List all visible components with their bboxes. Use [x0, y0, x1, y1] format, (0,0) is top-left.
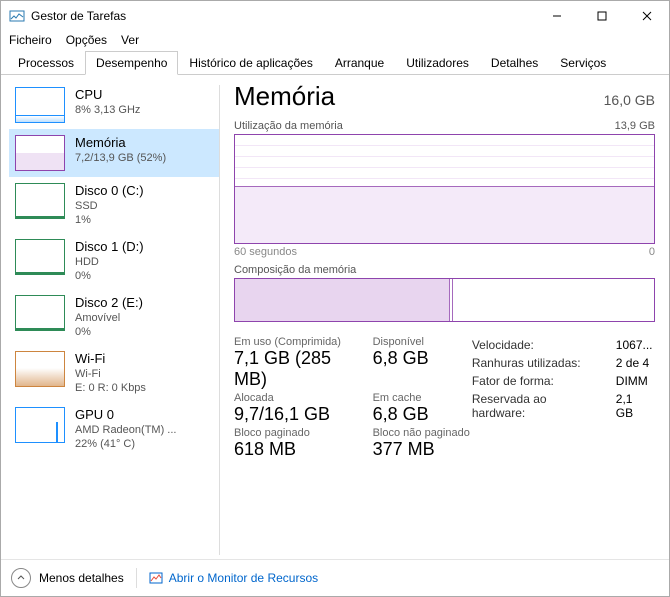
resmon-icon — [149, 571, 163, 585]
less-details-link[interactable]: Menos detalhes — [39, 571, 124, 585]
sidebar-sub: 22% (41° C) — [75, 437, 176, 451]
sidebar-sub: Amovível — [75, 311, 143, 325]
sidebar-item-disk2[interactable]: Disco 2 (E:) Amovível 0% — [9, 289, 219, 345]
disk-thumbnail — [15, 183, 65, 219]
sidebar-title: Disco 1 (D:) — [75, 239, 144, 254]
stat-value: 6,8 GB — [373, 404, 470, 425]
sidebar-title: GPU 0 — [75, 407, 176, 422]
footer: Menos detalhes Abrir o Monitor de Recurs… — [1, 559, 669, 596]
chart-max: 13,9 GB — [615, 120, 655, 132]
sidebar-title: Memória — [75, 135, 166, 150]
menu-options[interactable]: Opções — [66, 33, 107, 47]
gpu-thumbnail — [15, 407, 65, 443]
main-panel: Memória 16,0 GB Utilização da memória 13… — [220, 81, 661, 559]
sidebar-title: Wi-Fi — [75, 351, 146, 366]
sidebar-sub: Wi-Fi — [75, 367, 146, 381]
axis-left: 60 segundos — [234, 246, 297, 258]
sidebar-item-disk1[interactable]: Disco 1 (D:) HDD 0% — [9, 233, 219, 289]
axis-right: 0 — [649, 246, 655, 258]
memory-total: 16,0 GB — [604, 92, 655, 108]
composition-label: Composição da memória — [234, 264, 356, 276]
tab-history[interactable]: Histórico de aplicações — [178, 51, 323, 75]
sidebar-title: CPU — [75, 87, 140, 102]
sidebar-sub: 0% — [75, 269, 144, 283]
chart-fill — [235, 186, 654, 243]
stat-value: 6,8 GB — [373, 348, 470, 369]
disk-thumbnail — [15, 295, 65, 331]
hw-label: Reservada ao hardware: — [472, 392, 614, 422]
sidebar-sub: HDD — [75, 255, 144, 269]
disk-thumbnail — [15, 239, 65, 275]
hardware-table: Velocidade:1067... Ranhuras utilizadas:2… — [470, 336, 655, 460]
sidebar-sub: 8% 3,13 GHz — [75, 103, 140, 117]
sidebar-item-wifi[interactable]: Wi-Fi Wi-Fi E: 0 R: 0 Kbps — [9, 345, 219, 401]
hw-label: Velocidade: — [472, 338, 614, 354]
window-title: Gestor de Tarefas — [31, 9, 534, 23]
wifi-thumbnail — [15, 351, 65, 387]
cpu-thumbnail — [15, 87, 65, 123]
stat-label: Em uso (Comprimida) — [234, 336, 347, 348]
footer-divider — [136, 568, 137, 588]
minimize-button[interactable] — [534, 1, 579, 31]
hw-label: Fator de forma: — [472, 374, 614, 390]
stat-value: 618 MB — [234, 439, 347, 460]
memory-thumbnail — [15, 135, 65, 171]
stats-grid: Em uso (Comprimida) 7,1 GB (285 MB) Disp… — [234, 336, 470, 460]
tab-details[interactable]: Detalhes — [480, 51, 549, 75]
sidebar-sub: AMD Radeon(TM) ... — [75, 423, 176, 437]
stat-value: 9,7/16,1 GB — [234, 404, 347, 425]
stat-label: Alocada — [234, 392, 347, 404]
menubar: Ficheiro Opções Ver — [1, 31, 669, 51]
collapse-icon[interactable] — [11, 568, 31, 588]
sidebar: CPU 8% 3,13 GHz Memória 7,2/13,9 GB (52%… — [9, 81, 219, 559]
stat-label: Bloco paginado — [234, 427, 347, 439]
sidebar-item-memory[interactable]: Memória 7,2/13,9 GB (52%) — [9, 129, 219, 177]
memory-composition-chart[interactable] — [234, 278, 655, 322]
sidebar-sub: 7,2/13,9 GB (52%) — [75, 151, 166, 165]
stat-label: Bloco não paginado — [373, 427, 470, 439]
sidebar-sub: 1% — [75, 213, 144, 227]
sidebar-item-gpu[interactable]: GPU 0 AMD Radeon(TM) ... 22% (41° C) — [9, 401, 219, 457]
page-title: Memória — [234, 81, 335, 112]
sidebar-title: Disco 0 (C:) — [75, 183, 144, 198]
menu-file[interactable]: Ficheiro — [9, 33, 52, 47]
tab-performance[interactable]: Desempenho — [85, 51, 178, 75]
sidebar-item-disk0[interactable]: Disco 0 (C:) SSD 1% — [9, 177, 219, 233]
sidebar-sub: SSD — [75, 199, 144, 213]
tab-users[interactable]: Utilizadores — [395, 51, 480, 75]
tab-bar: Processos Desempenho Histórico de aplica… — [1, 51, 669, 75]
tab-startup[interactable]: Arranque — [324, 51, 395, 75]
open-resmon-link[interactable]: Abrir o Monitor de Recursos — [149, 571, 318, 585]
chart-label: Utilização da memória — [234, 120, 343, 132]
open-resmon-label: Abrir o Monitor de Recursos — [169, 571, 318, 585]
titlebar[interactable]: Gestor de Tarefas — [1, 1, 669, 31]
sidebar-sub: E: 0 R: 0 Kbps — [75, 381, 146, 395]
maximize-button[interactable] — [579, 1, 624, 31]
hw-value: 2,1 GB — [616, 392, 653, 422]
hw-value: DIMM — [616, 374, 653, 390]
stat-label: Em cache — [373, 392, 470, 404]
hw-value: 2 de 4 — [616, 356, 653, 372]
stat-label: Disponível — [373, 336, 470, 348]
close-button[interactable] — [624, 1, 669, 31]
app-icon — [9, 8, 25, 24]
sidebar-title: Disco 2 (E:) — [75, 295, 143, 310]
menu-view[interactable]: Ver — [121, 33, 139, 47]
stat-value: 377 MB — [373, 439, 470, 460]
sidebar-sub: 0% — [75, 325, 143, 339]
composition-free — [453, 279, 654, 321]
memory-usage-chart[interactable] — [234, 134, 655, 244]
composition-used — [235, 279, 450, 321]
hw-value: 1067... — [616, 338, 653, 354]
stat-value: 7,1 GB (285 MB) — [234, 348, 347, 390]
task-manager-window: Gestor de Tarefas Ficheiro Opções Ver Pr… — [0, 0, 670, 597]
tab-processes[interactable]: Processos — [7, 51, 85, 75]
sidebar-item-cpu[interactable]: CPU 8% 3,13 GHz — [9, 81, 219, 129]
hw-label: Ranhuras utilizadas: — [472, 356, 614, 372]
tab-services[interactable]: Serviços — [549, 51, 617, 75]
